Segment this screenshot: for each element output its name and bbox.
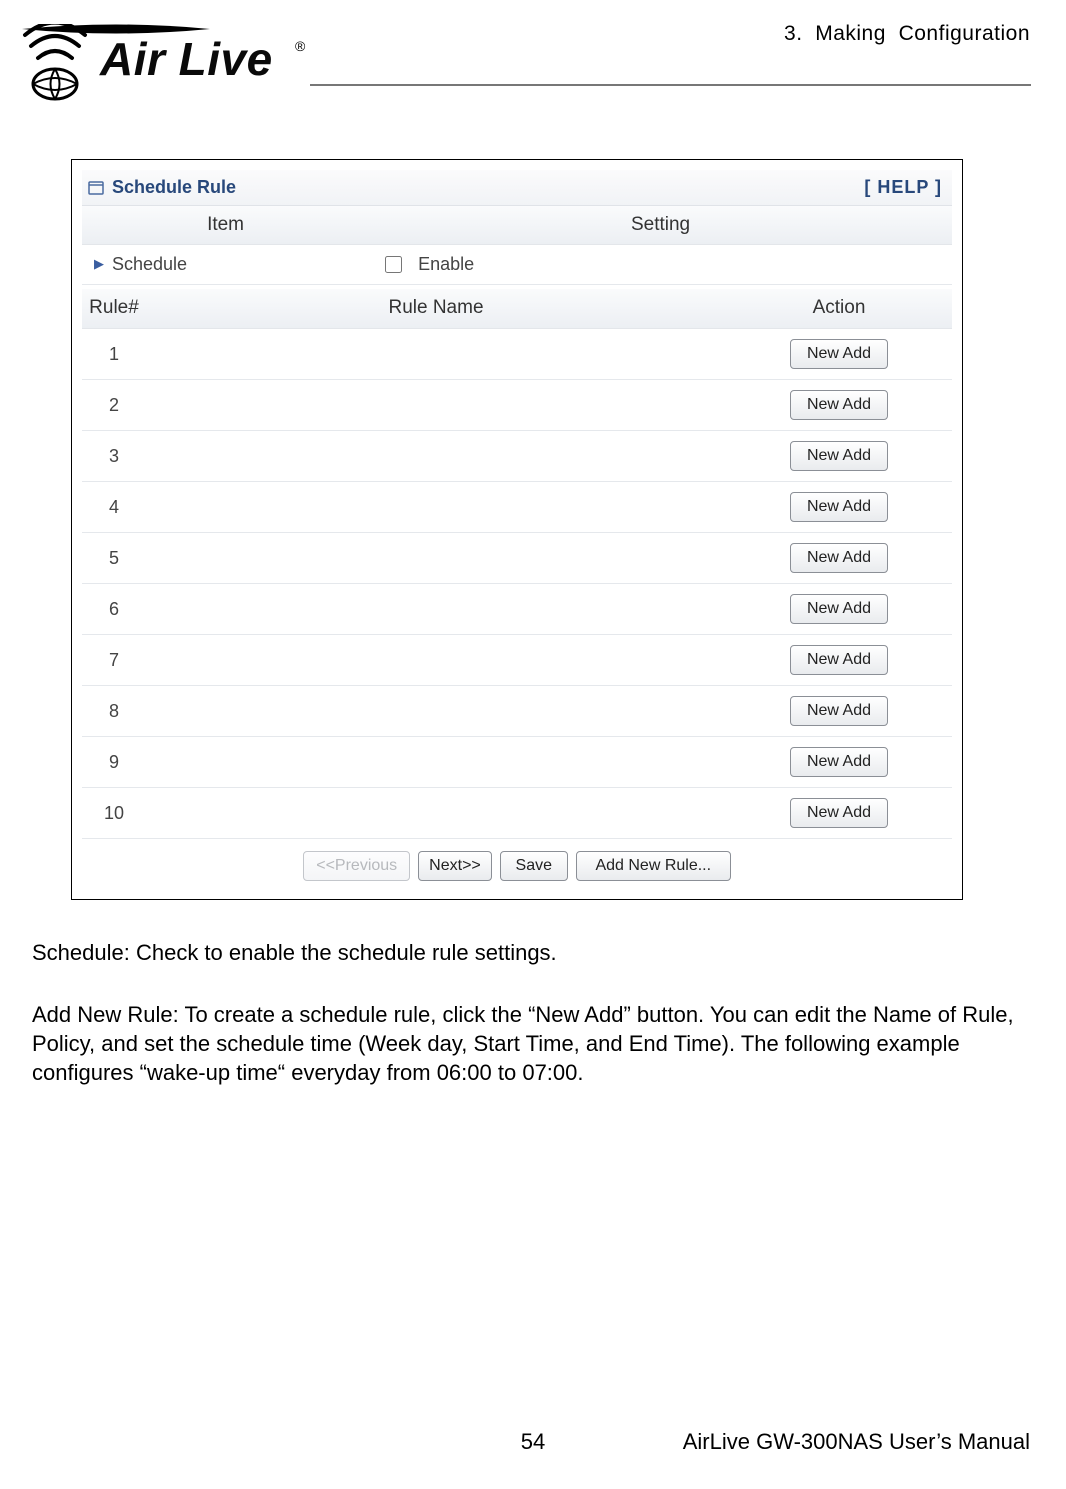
rule-action-cell: New Add bbox=[726, 482, 952, 533]
new-add-button[interactable]: New Add bbox=[790, 543, 888, 573]
new-add-button[interactable]: New Add bbox=[790, 798, 888, 828]
chapter-heading: 3. Making Configuration bbox=[784, 22, 1030, 46]
wifi-globe-icon bbox=[22, 24, 100, 104]
enable-checkbox[interactable] bbox=[385, 256, 402, 273]
rule-name-cell bbox=[146, 635, 726, 686]
col-action: Action bbox=[726, 289, 952, 329]
rule-number: 7 bbox=[82, 635, 146, 686]
rule-number: 4 bbox=[82, 482, 146, 533]
rule-name-cell bbox=[146, 788, 726, 839]
panel-title: Schedule Rule bbox=[112, 177, 236, 198]
rule-number: 9 bbox=[82, 737, 146, 788]
add-new-rule-button[interactable]: Add New Rule... bbox=[576, 851, 731, 881]
rule-number: 10 bbox=[82, 788, 146, 839]
rule-number: 8 bbox=[82, 686, 146, 737]
rule-action-cell: New Add bbox=[726, 788, 952, 839]
schedule-label: Schedule bbox=[112, 254, 187, 275]
rule-action-cell: New Add bbox=[726, 635, 952, 686]
rule-name-cell bbox=[146, 737, 726, 788]
table-row: 9 New Add bbox=[82, 737, 952, 788]
rule-action-cell: New Add bbox=[726, 329, 952, 380]
new-add-button[interactable]: New Add bbox=[790, 594, 888, 624]
rule-name-cell bbox=[146, 380, 726, 431]
table-row: 1 New Add bbox=[82, 329, 952, 380]
header-rule bbox=[310, 84, 1031, 86]
new-add-button[interactable]: New Add bbox=[790, 390, 888, 420]
logo-underline-icon bbox=[22, 24, 210, 34]
table-row: 6 New Add bbox=[82, 584, 952, 635]
rule-action-cell: New Add bbox=[726, 737, 952, 788]
table-row: 10 New Add bbox=[82, 788, 952, 839]
rule-number: 1 bbox=[82, 329, 146, 380]
item-setting-table: Item Setting ▶ Schedule Enable bbox=[82, 206, 952, 285]
schedule-row-setting-cell: Enable bbox=[369, 244, 952, 284]
previous-button[interactable]: <<Previous bbox=[303, 851, 410, 881]
rules-table: Rule# Rule Name Action 1New Add2New Add3… bbox=[82, 289, 952, 840]
next-button[interactable]: Next>> bbox=[418, 851, 492, 881]
registered-icon: ® bbox=[295, 38, 305, 54]
rule-action-cell: New Add bbox=[726, 380, 952, 431]
rule-name-cell bbox=[146, 533, 726, 584]
new-add-button[interactable]: New Add bbox=[790, 339, 888, 369]
rule-number: 5 bbox=[82, 533, 146, 584]
rule-action-cell: New Add bbox=[726, 431, 952, 482]
table-row: 7 New Add bbox=[82, 635, 952, 686]
new-add-button[interactable]: New Add bbox=[790, 492, 888, 522]
paragraph-add-new-rule: Add New Rule: To create a schedule rule,… bbox=[32, 1000, 1036, 1087]
table-row: 2 New Add bbox=[82, 380, 952, 431]
schedule-row-label-cell: ▶ Schedule bbox=[82, 244, 369, 284]
table-row: 3 New Add bbox=[82, 431, 952, 482]
manual-title: AirLive GW-300NAS User’s Manual bbox=[683, 1429, 1030, 1455]
rule-action-cell: New Add bbox=[726, 686, 952, 737]
new-add-button[interactable]: New Add bbox=[790, 747, 888, 777]
rule-name-cell bbox=[146, 329, 726, 380]
new-add-button[interactable]: New Add bbox=[790, 441, 888, 471]
schedule-rule-panel: Schedule Rule [ HELP ] Item Setting ▶ Sc… bbox=[71, 159, 963, 900]
table-row: 5 New Add bbox=[82, 533, 952, 584]
help-link[interactable]: [ HELP ] bbox=[864, 177, 942, 198]
col-rule-num: Rule# bbox=[82, 289, 146, 329]
airlive-logo: Air Live ® bbox=[22, 20, 312, 115]
rule-action-cell: New Add bbox=[726, 533, 952, 584]
rule-number: 6 bbox=[82, 584, 146, 635]
panel-titlebar: Schedule Rule [ HELP ] bbox=[82, 170, 952, 206]
col-item: Item bbox=[82, 206, 369, 244]
page-icon bbox=[88, 181, 104, 195]
col-rule-name: Rule Name bbox=[146, 289, 726, 329]
logo-text: Air Live bbox=[100, 32, 273, 86]
new-add-button[interactable]: New Add bbox=[790, 645, 888, 675]
table-row: 4 New Add bbox=[82, 482, 952, 533]
new-add-button[interactable]: New Add bbox=[790, 696, 888, 726]
enable-label: Enable bbox=[418, 254, 474, 275]
rule-number: 3 bbox=[82, 431, 146, 482]
panel-footer-buttons: <<Previous Next>> Save Add New Rule... bbox=[82, 839, 952, 885]
rule-name-cell bbox=[146, 584, 726, 635]
triangle-right-icon: ▶ bbox=[94, 256, 104, 272]
rule-name-cell bbox=[146, 431, 726, 482]
rule-number: 2 bbox=[82, 380, 146, 431]
page-number-value: 54 bbox=[521, 1429, 545, 1455]
rule-name-cell bbox=[146, 686, 726, 737]
col-setting: Setting bbox=[369, 206, 952, 244]
table-row: 8 New Add bbox=[82, 686, 952, 737]
paragraph-schedule: Schedule: Check to enable the schedule r… bbox=[32, 938, 1036, 967]
save-button[interactable]: Save bbox=[500, 851, 568, 881]
rule-action-cell: New Add bbox=[726, 584, 952, 635]
rule-name-cell bbox=[146, 482, 726, 533]
